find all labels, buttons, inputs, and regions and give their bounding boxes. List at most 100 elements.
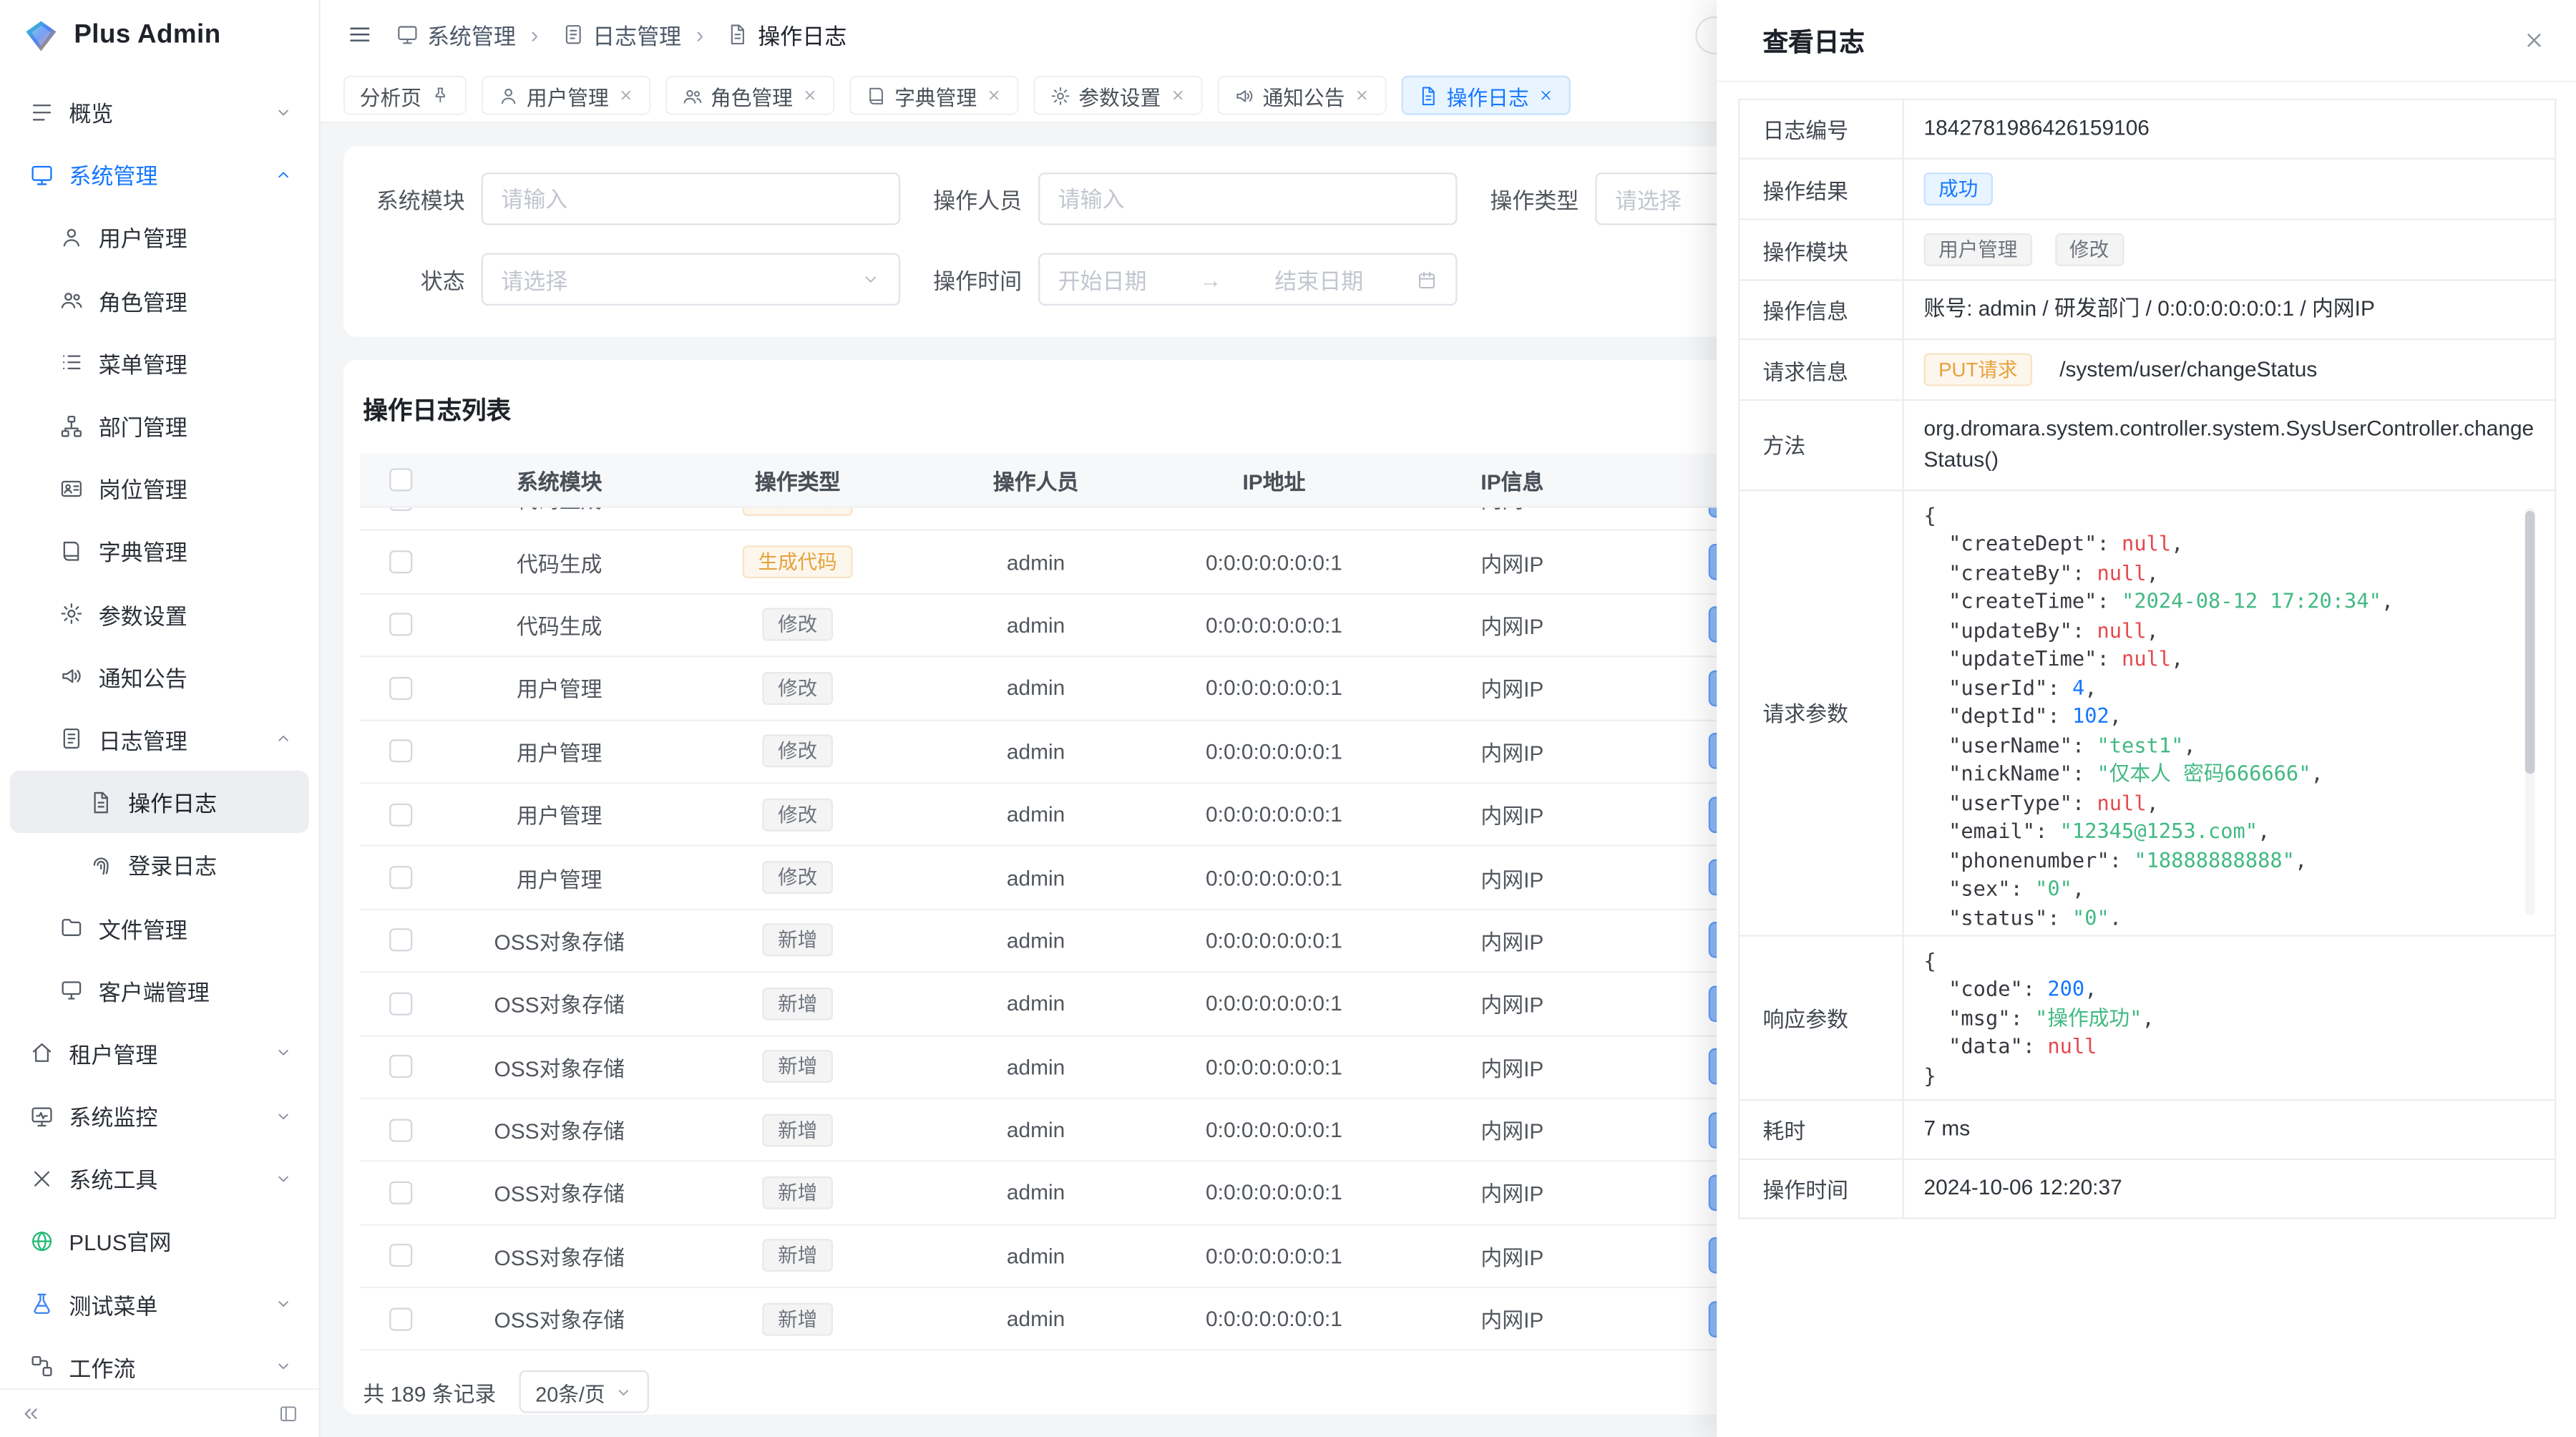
tab-close-icon[interactable]	[617, 87, 633, 104]
detail-row-method: 方法 org.dromara.system.controller.system.…	[1739, 400, 2555, 490]
layout-panel-icon[interactable]	[278, 1403, 299, 1425]
globe-icon	[29, 1229, 54, 1253]
file-icon	[59, 915, 84, 940]
module-filter-input[interactable]	[482, 172, 900, 225]
cell-module: OSS对象存储	[440, 1303, 678, 1335]
sidebar-item[interactable]: 系统工具	[10, 1147, 309, 1210]
cell-operator: admin	[917, 1181, 1155, 1205]
doc-icon	[727, 23, 750, 46]
pin-icon[interactable]	[429, 85, 449, 105]
sidebar-item[interactable]: 文件管理	[10, 896, 309, 959]
tab[interactable]: 参数设置	[1033, 76, 1202, 115]
sidebar-item[interactable]: 登录日志	[10, 834, 309, 897]
chevron-up-icon	[274, 165, 292, 183]
collapse-sidebar-icon[interactable]	[20, 1403, 42, 1425]
cell-ip-info: 内网IP	[1393, 799, 1631, 830]
cell-ip-info: 内网IP	[1393, 736, 1631, 767]
tab-close-icon[interactable]	[1353, 87, 1370, 104]
cell-ip: 0:0:0:0:0:0:0:1	[1155, 928, 1393, 953]
cell-operator: admin	[917, 1307, 1155, 1331]
sidebar-item[interactable]: PLUS官网	[10, 1210, 309, 1273]
sidebar-item[interactable]: 概览	[10, 81, 309, 144]
tab-close-icon[interactable]	[985, 87, 1002, 104]
sidebar-item[interactable]: 客户端管理	[10, 959, 309, 1022]
op-type-tag: 修改	[2054, 233, 2123, 266]
cell-module: OSS对象存储	[440, 1240, 678, 1272]
cell-module: 代码生成	[440, 507, 678, 515]
tab-close-icon[interactable]	[1169, 87, 1186, 104]
op-type-tag: 新增	[763, 924, 831, 957]
tree-icon	[59, 413, 84, 437]
row-checkbox[interactable]	[389, 866, 411, 889]
sidebar-item[interactable]: 系统管理	[10, 143, 309, 206]
cell-operator: admin	[917, 1117, 1155, 1141]
log-id-value: 1842781986426159106	[1903, 99, 2555, 159]
cell-module: OSS对象存储	[440, 1114, 678, 1146]
cell-ip: 0:0:0:0:0:0:0:1	[1155, 1307, 1393, 1331]
sidebar-item[interactable]: 操作日志	[10, 771, 309, 834]
row-checkbox[interactable]	[389, 507, 411, 510]
sidebar-item[interactable]: 部门管理	[10, 394, 309, 457]
row-checkbox[interactable]	[389, 929, 411, 952]
gear-icon	[59, 602, 84, 626]
tab[interactable]: 角色管理	[665, 76, 834, 115]
sidebar-item[interactable]: 字典管理	[10, 520, 309, 583]
tab-close-icon[interactable]	[1537, 87, 1553, 104]
sidebar-item[interactable]: 工作流	[10, 1335, 309, 1388]
op-type-tag: 新增	[763, 1114, 831, 1146]
tab[interactable]: 操作日志	[1400, 76, 1570, 115]
row-checkbox[interactable]	[389, 550, 411, 573]
row-checkbox[interactable]	[389, 740, 411, 763]
status-filter-select[interactable]: 请选择	[482, 253, 900, 306]
tab[interactable]: 用户管理	[481, 76, 650, 115]
cell-ip-info: 内网IP	[1393, 1303, 1631, 1335]
row-checkbox[interactable]	[389, 1307, 411, 1330]
breadcrumb-item[interactable]: 系统管理	[396, 18, 516, 51]
users-icon	[59, 288, 84, 312]
tab[interactable]: 分析页	[343, 76, 466, 115]
scrollbar-thumb[interactable]	[2525, 510, 2535, 773]
cell-module: 用户管理	[440, 736, 678, 767]
breadcrumb-item[interactable]: 日志管理	[516, 18, 681, 51]
row-checkbox[interactable]	[389, 803, 411, 826]
page-size-select[interactable]: 20条/页	[519, 1370, 649, 1413]
sidebar-item[interactable]: 日志管理	[10, 708, 309, 771]
row-checkbox[interactable]	[389, 992, 411, 1015]
sidebar-item[interactable]: 测试菜单	[10, 1272, 309, 1335]
op-time-range-picker[interactable]: 开始日期 → 结束日期	[1038, 253, 1457, 306]
sidebar-item[interactable]: 岗位管理	[10, 457, 309, 520]
chevron-down-icon	[274, 1169, 292, 1187]
close-icon[interactable]	[2522, 28, 2546, 52]
app-window: Plus Admin 概览 系统管理 用户管理	[0, 0, 2576, 1437]
sidebar-item[interactable]: 参数设置	[10, 583, 309, 646]
select-all-checkbox[interactable]	[389, 468, 411, 491]
cell-ip-info: 内网IP	[1393, 1051, 1631, 1083]
cell-module: OSS对象存储	[440, 1051, 678, 1083]
tab[interactable]: 通知公告	[1216, 76, 1386, 115]
row-checkbox[interactable]	[389, 1182, 411, 1204]
row-checkbox[interactable]	[389, 1244, 411, 1267]
row-checkbox[interactable]	[389, 613, 411, 636]
notice-icon	[59, 664, 84, 688]
sidebar-item[interactable]: 系统监控	[10, 1084, 309, 1147]
op-time-filter-label: 操作时间	[900, 263, 1022, 296]
cell-ip-info: 内网IP	[1393, 862, 1631, 893]
sidebar-item[interactable]: 租户管理	[10, 1022, 309, 1085]
sidebar-item[interactable]: 角色管理	[10, 269, 309, 332]
operator-filter-input[interactable]	[1038, 172, 1457, 225]
response-params-code: { "code": 200, "msg": "操作成功", "data": nu…	[1924, 946, 2535, 1090]
row-checkbox[interactable]	[389, 1055, 411, 1078]
breadcrumb-item[interactable]: 操作日志	[681, 18, 847, 51]
users-icon	[681, 84, 703, 106]
row-checkbox[interactable]	[389, 677, 411, 700]
detail-row-cost: 耗时 7 ms	[1739, 1101, 2555, 1160]
sidebar-item[interactable]: 菜单管理	[10, 331, 309, 394]
hamburger-menu-icon[interactable]	[346, 21, 373, 48]
drawer-title: 查看日志	[1763, 22, 1865, 59]
notice-icon	[1233, 84, 1254, 106]
sidebar-item[interactable]: 通知公告	[10, 646, 309, 708]
tab-close-icon[interactable]	[801, 87, 817, 104]
sidebar-item[interactable]: 用户管理	[10, 206, 309, 269]
tab[interactable]: 字典管理	[849, 76, 1018, 115]
row-checkbox[interactable]	[389, 1119, 411, 1141]
